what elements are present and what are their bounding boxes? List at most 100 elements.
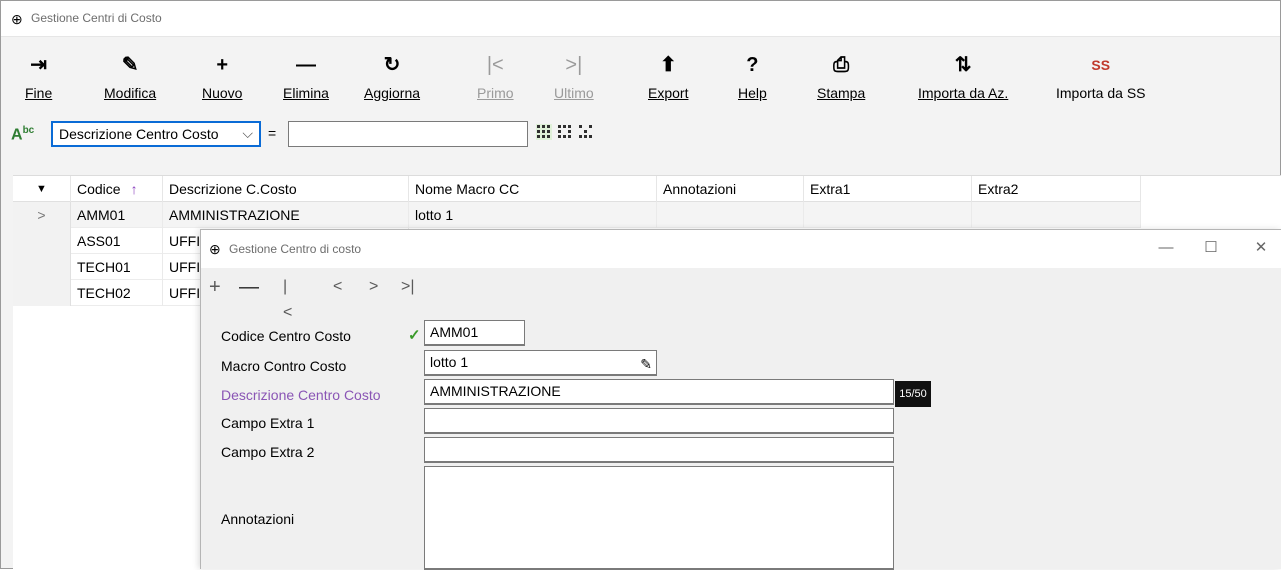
grid-filter-icon-3[interactable] [578, 124, 594, 140]
valid-check-icon: ✓ [408, 327, 421, 344]
chevron-down-icon: ⌵ [242, 125, 253, 141]
main-window-title: Gestione Centri di Costo [31, 11, 162, 25]
exit-icon: ⇥ [30, 54, 47, 76]
row-indicator [13, 280, 71, 306]
export-button[interactable]: ⬆ Export [648, 51, 688, 101]
dialog-titlebar: ⊕ Gestione Centro di costo — ☐ ✕ [201, 230, 1281, 268]
cell-extra2 [972, 202, 1141, 228]
maximize-button[interactable]: ☐ [1196, 236, 1226, 260]
importa-az-button[interactable]: ⇅ Importa da Az. [918, 51, 1008, 101]
help-button[interactable]: ? Help [738, 51, 767, 101]
importa-ss-button[interactable]: SS Importa da SS [1056, 51, 1146, 101]
cell-extra1 [804, 202, 972, 228]
delete-record-button[interactable]: — [239, 274, 259, 300]
grid-filter-icon-2[interactable] [557, 124, 573, 140]
printer-icon: ⎙ [833, 54, 850, 76]
upload-icon: ⬆ [659, 54, 677, 76]
minus-icon: — [295, 54, 316, 76]
column-header-codice[interactable]: Codice ↑ [71, 176, 163, 202]
lookup-pencil-icon[interactable]: ✎ [640, 353, 652, 375]
row-pointer-icon: > [13, 202, 71, 228]
descrizione-field[interactable]: AMMINISTRAZIONE [424, 379, 894, 405]
aggiorna-label: Aggiorna [364, 85, 421, 101]
app-crosshair-icon: ⊕ [209, 241, 221, 257]
export-label: Export [648, 85, 689, 101]
macro-label: Macro Contro Costo [221, 358, 347, 374]
macro-lookup-field[interactable]: lotto 1 ✎ [424, 350, 657, 376]
grid-menu-indicator[interactable]: ▼ [13, 176, 71, 202]
fine-button[interactable]: ⇥ Fine [25, 51, 52, 101]
last-record-button[interactable]: >| [401, 274, 415, 300]
extra2-label: Campo Extra 2 [221, 444, 315, 460]
codice-field[interactable]: AMM01 [424, 320, 525, 346]
ultimo-button[interactable]: >| Ultimo [554, 51, 594, 101]
table-row[interactable]: > AMM01 AMMINISTRAZIONE lotto 1 [13, 202, 1141, 228]
abc-text-filter-icon: Abc [11, 125, 34, 144]
annotazioni-label: Annotazioni [221, 511, 295, 527]
help-label: Help [738, 85, 767, 101]
column-header-annotazioni[interactable]: Annotazioni [657, 176, 804, 202]
aggiorna-button[interactable]: ↻ Aggiorna [364, 51, 420, 101]
help-icon: ? [746, 54, 759, 76]
filter-bar: Abc Descrizione Centro Costo ⌵ = [1, 119, 1280, 151]
ultimo-label: Ultimo [554, 85, 594, 101]
row-indicator [13, 254, 71, 280]
next-record-button[interactable]: > [369, 274, 378, 300]
cell-codice: TECH01 [71, 254, 163, 280]
descrizione-label: Descrizione Centro Costo [221, 387, 381, 403]
main-titlebar: ⊕ Gestione Centri di Costo [1, 1, 1280, 37]
plus-icon: + [216, 54, 229, 76]
row-indicator [13, 228, 71, 254]
grid-filter-icon-1[interactable] [536, 124, 552, 140]
filter-value-input[interactable] [288, 121, 528, 147]
sort-ascending-icon: ↑ [130, 181, 138, 197]
extra1-label: Campo Extra 1 [221, 415, 315, 431]
macro-value: lotto 1 [430, 354, 469, 370]
elimina-label: Elimina [283, 85, 329, 101]
filter-field-select[interactable]: Descrizione Centro Costo ⌵ [51, 121, 261, 147]
cell-codice: TECH02 [71, 280, 163, 306]
stampa-button[interactable]: ⎙ Stampa [817, 51, 865, 101]
modifica-button[interactable]: ✎ Modifica [104, 51, 156, 101]
elimina-button[interactable]: — Elimina [283, 51, 329, 101]
column-header-macro[interactable]: Nome Macro CC [409, 176, 657, 202]
stampa-label: Stampa [817, 85, 866, 101]
importa-az-label: Importa da Az. [918, 85, 1009, 101]
last-record-icon: >| [565, 54, 583, 76]
extra2-field[interactable] [424, 437, 894, 463]
primo-label: Primo [477, 85, 514, 101]
annotazioni-textarea[interactable] [424, 466, 894, 570]
ss-logo-icon: SS [1091, 57, 1111, 73]
modifica-label: Modifica [104, 85, 157, 101]
extra1-field[interactable] [424, 408, 894, 434]
column-header-extra1[interactable]: Extra1 [804, 176, 972, 202]
app-crosshair-icon: ⊕ [11, 11, 23, 27]
dialog-title: Gestione Centro di costo [229, 242, 362, 256]
first-record-button[interactable]: |< [283, 274, 292, 326]
cell-codice: AMM01 [71, 202, 163, 228]
main-toolbar: ⇥ Fine ✎ Modifica + Nuovo — Elimina ↻ Ag… [1, 51, 1280, 111]
filter-field-value: Descrizione Centro Costo [59, 126, 219, 142]
column-header-descrizione[interactable]: Descrizione C.Costo [163, 176, 409, 202]
primo-button[interactable]: |< Primo [477, 51, 514, 101]
importa-ss-label: Importa da SS [1056, 85, 1146, 101]
grid-header: ▼ Codice ↑ Descrizione C.Costo Nome Macro… [13, 176, 1141, 202]
cell-codice: ASS01 [71, 228, 163, 254]
pencil-icon: ✎ [121, 54, 139, 76]
abc-letter: A [11, 126, 23, 144]
column-header-extra2[interactable]: Extra2 [972, 176, 1141, 202]
cell-annotazioni [657, 202, 804, 228]
add-record-button[interactable]: + [209, 274, 221, 300]
import-arrows-icon: ⇅ [954, 54, 972, 76]
minimize-button[interactable]: — [1151, 236, 1181, 260]
nuovo-button[interactable]: + Nuovo [202, 51, 242, 101]
filter-operator: = [268, 125, 277, 141]
nuovo-label: Nuovo [202, 85, 243, 101]
close-button[interactable]: ✕ [1246, 236, 1276, 260]
fine-label: Fine [25, 85, 53, 101]
centro-costo-dialog: ⊕ Gestione Centro di costo — ☐ ✕ + — |< … [200, 229, 1281, 570]
first-record-icon: |< [486, 54, 504, 76]
codice-header-label: Codice [77, 181, 121, 197]
codice-label: Codice Centro Costo [221, 328, 351, 344]
prev-record-button[interactable]: < [333, 274, 342, 300]
